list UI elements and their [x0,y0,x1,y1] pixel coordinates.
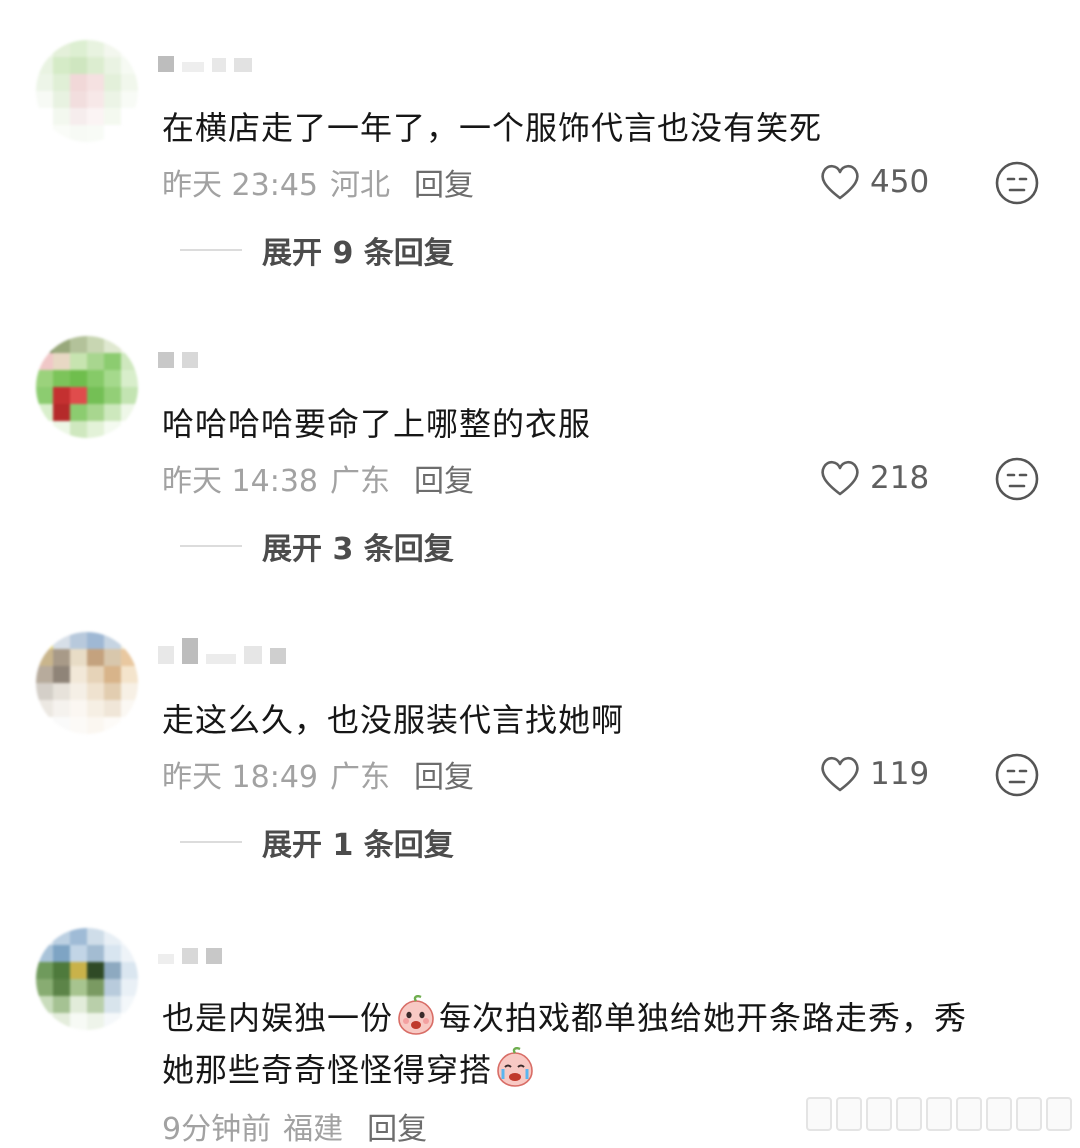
comment-location: 河北 [330,168,390,203]
neutral-face-icon[interactable] [994,160,1040,206]
reply-button[interactable]: 回复 [414,752,474,796]
divider-line [180,545,242,547]
like-count: 119 [870,756,930,792]
comment-location: 福建 [283,1112,344,1147]
like-count: 218 [870,460,930,496]
like-button[interactable]: 119 [818,752,929,796]
comment-text-part: 也是内娱独一份 [162,999,394,1037]
comment-time: 9分钟前 [162,1112,272,1147]
crying-peach-emoji-icon [398,995,434,1035]
comment-text: 也是内娱独一份 每次拍戏都单独给她开条路走秀，秀 她那些奇奇怪怪得穿搭 [162,992,1022,1096]
username-blurred[interactable] [158,50,252,72]
comment-text: 在横店走了一年了，一个服饰代言也没有笑死 [162,109,823,147]
avatar[interactable] [36,632,138,734]
comment-meta: 9分钟前 福建 回复 [162,1104,427,1148]
reply-button[interactable]: 回复 [414,160,474,204]
comment-time: 昨天 14:38 [162,464,318,499]
username-blurred[interactable] [158,942,222,964]
neutral-face-icon[interactable] [994,456,1040,502]
comment-meta: 昨天 18:49 广东 回复 [162,752,474,796]
heart-icon [821,756,859,792]
crying-peach-emoji-icon [497,1047,533,1087]
divider-line [180,841,242,843]
expand-replies-label: 展开 9 条回复 [262,236,454,271]
expand-replies-label: 展开 3 条回复 [262,532,454,567]
comment-text: 走这么久，也没服装代言找她啊 [162,701,625,739]
comment-time: 昨天 18:49 [162,760,318,795]
username-blurred[interactable] [158,638,286,664]
expand-replies-label: 展开 1 条回复 [262,828,454,863]
avatar[interactable] [36,40,138,142]
comment-text-part: 每次拍戏都单独给她开条路走秀，秀 [439,999,968,1037]
expand-replies-button[interactable]: 展开 9 条回复 [180,228,454,272]
reply-button[interactable]: 回复 [414,456,474,500]
heart-icon [821,164,859,200]
comment-text-part: 她那些奇奇怪怪得穿搭 [162,1051,493,1089]
divider-line [180,249,242,251]
heart-icon [821,460,859,496]
expand-replies-button[interactable]: 展开 1 条回复 [180,820,454,864]
like-button[interactable]: 218 [818,456,929,500]
comment-time: 昨天 23:45 [162,168,318,203]
avatar[interactable] [36,928,138,1030]
comment-meta: 昨天 23:45 河北 回复 [162,160,474,204]
like-button[interactable]: 450 [818,160,929,204]
like-count: 450 [870,164,930,200]
comment-location: 广东 [330,760,390,795]
username-blurred[interactable] [158,346,198,368]
watermark [806,1097,1072,1131]
neutral-face-icon[interactable] [994,752,1040,798]
comment-location: 广东 [330,464,390,499]
comment-meta: 昨天 14:38 广东 回复 [162,456,474,500]
avatar[interactable] [36,336,138,438]
comment-text: 哈哈哈哈要命了上哪整的衣服 [162,405,592,443]
reply-button[interactable]: 回复 [367,1104,427,1148]
expand-replies-button[interactable]: 展开 3 条回复 [180,524,454,568]
